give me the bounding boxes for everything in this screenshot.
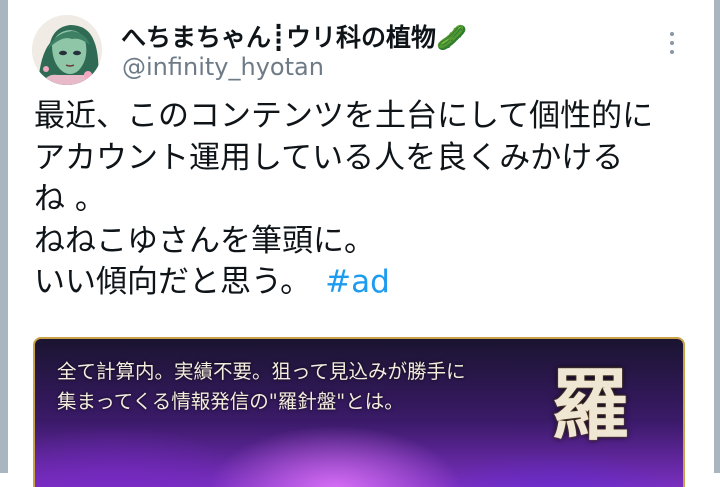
avatar-illustration — [32, 15, 102, 85]
tweet-line: 最近、このコンテンツを土台にして個性的に — [34, 98, 654, 134]
more-dot — [670, 32, 674, 36]
more-vertical-icon[interactable] — [660, 28, 684, 58]
user-handle[interactable]: @infinity_hyotan — [122, 53, 324, 81]
tweet-line: ね 。 — [34, 181, 106, 217]
avatar[interactable] — [32, 15, 102, 85]
display-name[interactable]: へちまちゃん┋ウリ科の植物🥒 — [121, 18, 467, 54]
more-dot — [670, 50, 674, 54]
ad-card-line: 集まってくる情報発信の"羅針盤"とは。 — [57, 390, 404, 413]
tweet-line: いい傾向だと思う。 — [34, 264, 312, 300]
tweet-line-last: いい傾向だと思う。 #ad — [34, 262, 684, 304]
more-dot — [670, 41, 674, 45]
left-frame-edge — [0, 0, 8, 473]
ad-card-image[interactable]: 全て計算内。実績不要。狙って見込みが勝手に 集まってくる情報発信の"羅針盤"とは… — [33, 337, 685, 487]
tweet-line: アカウント運用している人を良くみかける — [34, 139, 624, 176]
tweet-text: 最近、このコンテンツを土台にして個性的に アカウント運用している人を良くみかける… — [34, 96, 684, 304]
ad-card-text: 全て計算内。実績不要。狙って見込みが勝手に 集まってくる情報発信の"羅針盤"とは… — [57, 357, 466, 417]
hashtag-link[interactable]: #ad — [325, 264, 390, 300]
ad-card-title-kanji: 羅 — [550, 360, 629, 451]
tweet-line: ねねこゆさんを筆頭に。 — [34, 222, 375, 259]
ad-card-line: 全て計算内。実績不要。狙って見込みが勝手に — [57, 360, 466, 383]
right-frame-edge — [714, 0, 720, 473]
